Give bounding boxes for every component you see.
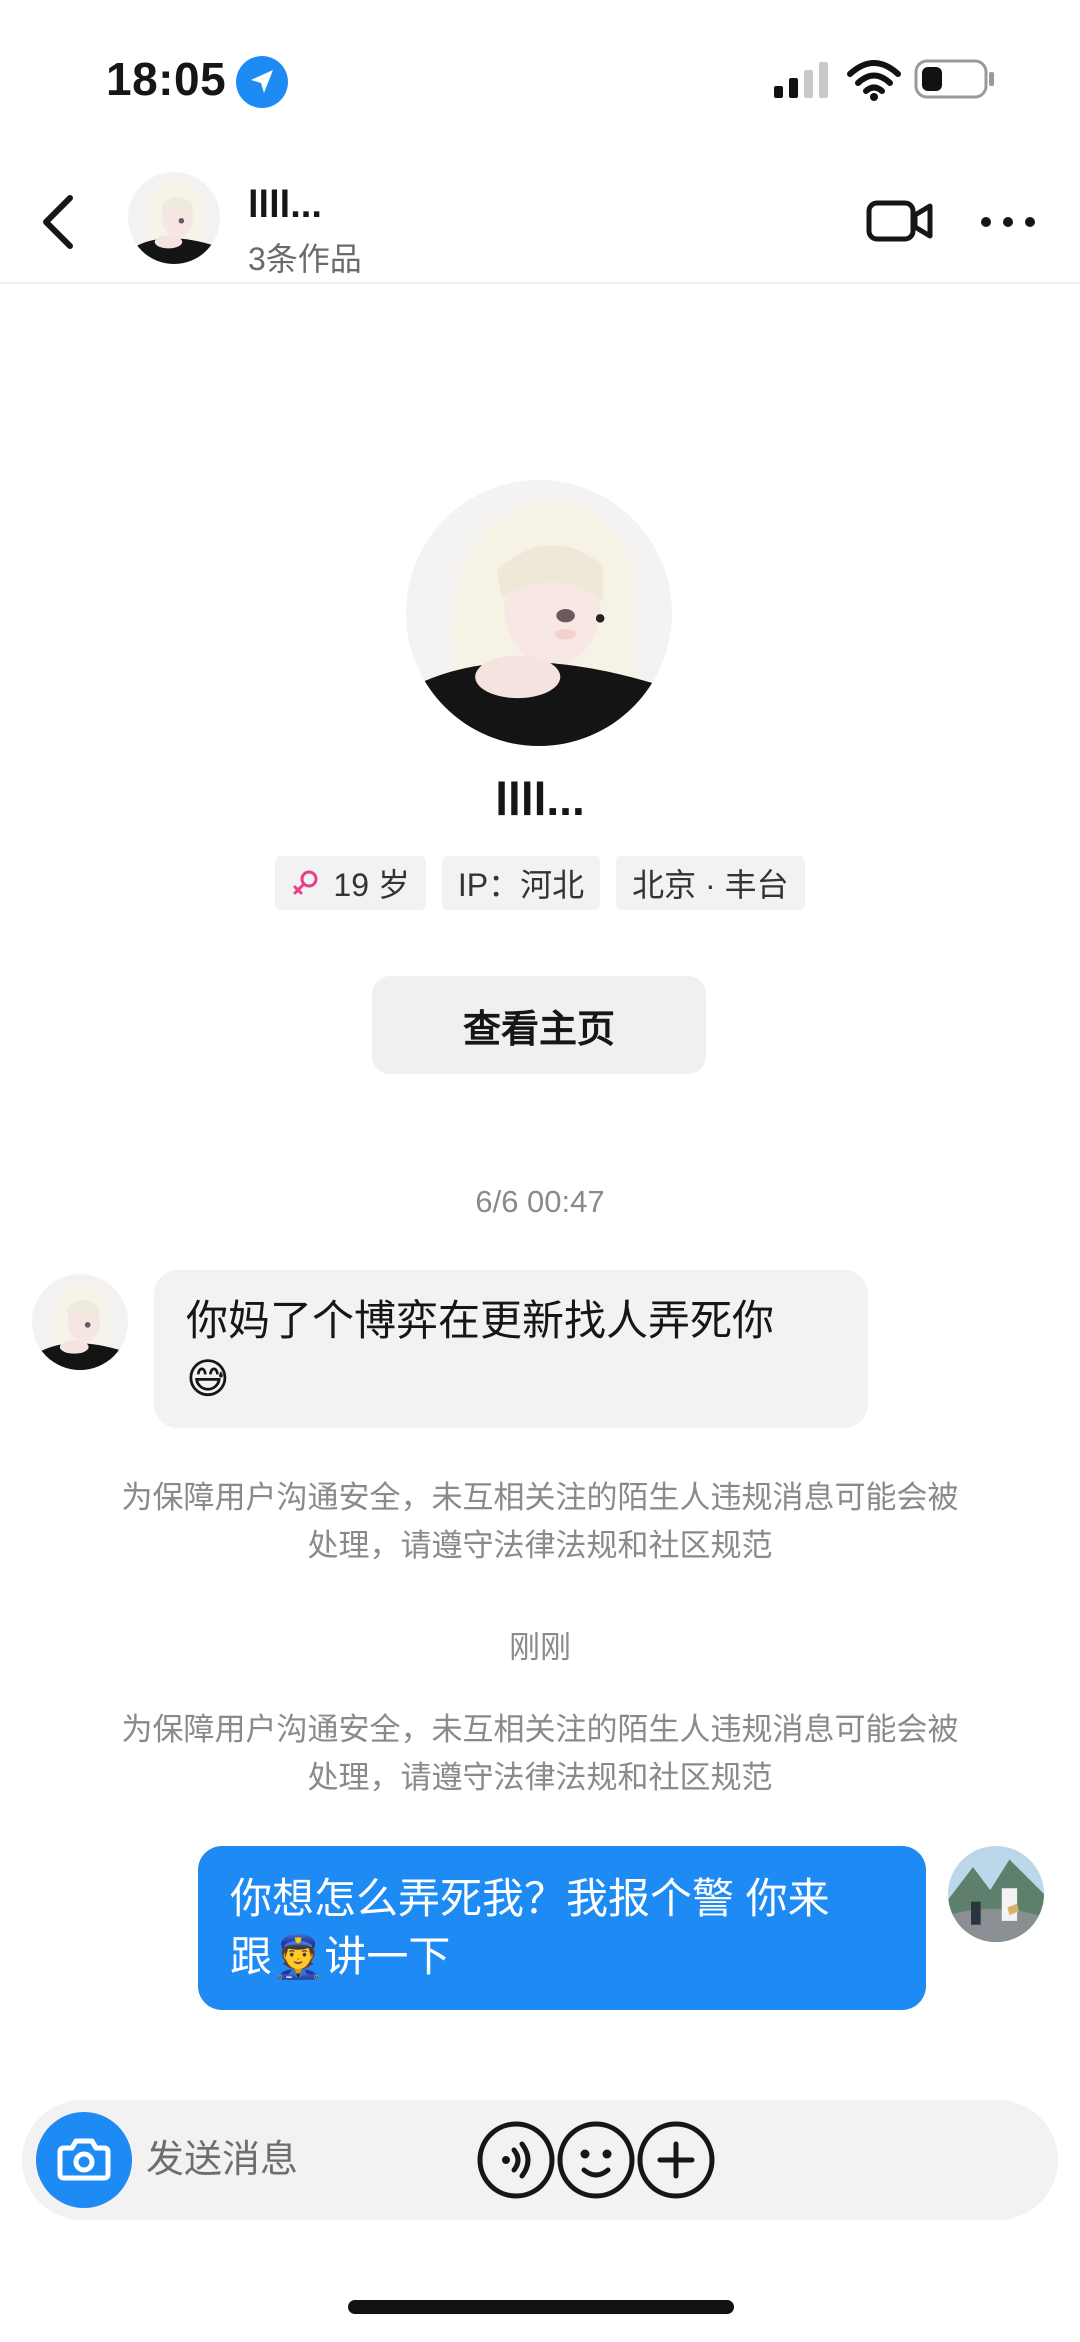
- header-avatar[interactable]: [128, 172, 220, 264]
- incoming-message-emoji: 😅: [186, 1354, 230, 1403]
- profile-tags: 19 岁 IP：河北 北京 · 丰台: [0, 856, 1080, 910]
- ip-tag: IP：河北: [441, 856, 601, 910]
- back-chevron-icon[interactable]: [36, 190, 82, 254]
- cellular-signal-icon: [774, 62, 828, 98]
- message-timestamp: 6/6 00:47: [475, 1184, 605, 1219]
- location-tag-label: 北京 · 丰台: [632, 867, 789, 903]
- sender-avatar[interactable]: [32, 1274, 128, 1370]
- police-officer-emoji: 👮: [272, 1932, 325, 1981]
- message-timestamp: 刚刚: [509, 1630, 571, 1665]
- status-bar: 18:05: [0, 0, 1080, 150]
- plus-icon: [637, 2121, 715, 2199]
- home-indicator[interactable]: [348, 2300, 734, 2314]
- outgoing-message-line2b: 讲一下: [324, 1933, 451, 1980]
- wifi-icon: [847, 60, 901, 101]
- status-time: 18:05: [106, 53, 227, 105]
- profile-avatar[interactable]: [406, 480, 672, 746]
- location-tag: 北京 · 丰台: [616, 856, 805, 910]
- header-username[interactable]: llll...: [248, 184, 322, 227]
- emoji-button[interactable]: [556, 2120, 636, 2200]
- safety-notice: 为保障用户沟通安全，未互相关注的陌生人违规消息可能会被处理，请遵守法律法规和社区…: [121, 1712, 959, 1795]
- my-avatar[interactable]: [948, 1846, 1044, 1942]
- voice-button[interactable]: [476, 2120, 556, 2200]
- age-tag: 19 岁: [275, 856, 426, 910]
- incoming-message-bubble[interactable]: 你妈了个博弈在更新找人弄死你 😅: [154, 1270, 868, 1428]
- view-profile-button[interactable]: 查看主页: [372, 976, 706, 1074]
- outgoing-message-line2a: 跟: [230, 1933, 273, 1980]
- camera-button[interactable]: [36, 2112, 132, 2208]
- location-arrow-icon: [236, 56, 288, 108]
- outgoing-message-line1: 你想怎么弄死我？我报个警 你来: [230, 1875, 830, 1922]
- more-options-icon[interactable]: [978, 204, 1038, 240]
- incoming-message-text: 你妈了个博弈在更新找人弄死你: [186, 1297, 775, 1344]
- chat-header: llll... 3条作品: [0, 160, 1080, 284]
- safety-notice: 为保障用户沟通安全，未互相关注的陌生人违规消息可能会被处理，请遵守法律法规和社区…: [121, 1480, 959, 1563]
- video-call-icon[interactable]: [866, 194, 934, 248]
- female-icon: [293, 870, 318, 895]
- message-input-bar: [22, 2100, 1058, 2220]
- ip-tag-label: IP：河北: [457, 867, 585, 903]
- age-tag-label: 19 岁: [333, 867, 410, 903]
- battery-icon: [914, 59, 994, 99]
- emoji-icon: [557, 2121, 635, 2199]
- camera-icon: [57, 2138, 111, 2181]
- header-works-count: 3条作品: [248, 241, 362, 277]
- profile-username: llll...: [495, 773, 585, 825]
- voice-icon: [477, 2121, 555, 2199]
- plus-button[interactable]: [636, 2120, 716, 2200]
- outgoing-message-bubble[interactable]: 你想怎么弄死我？我报个警 你来 跟👮讲一下: [198, 1846, 926, 2010]
